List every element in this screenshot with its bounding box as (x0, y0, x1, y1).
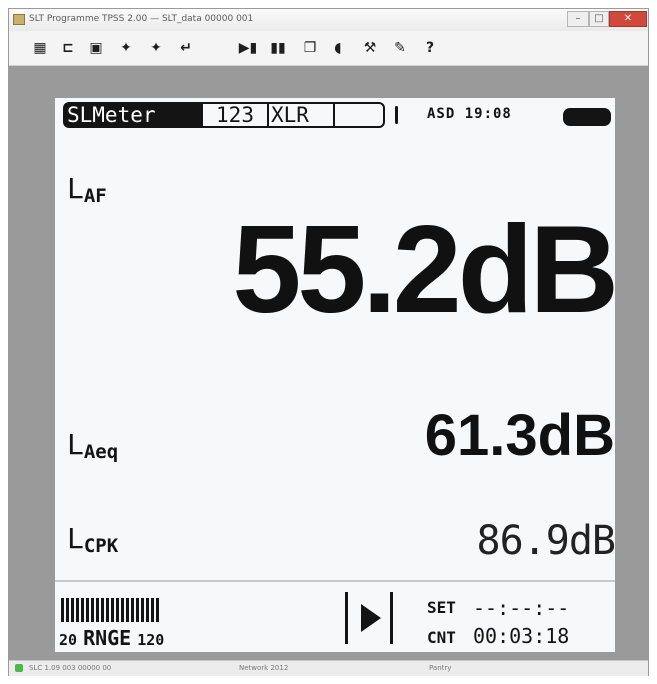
range-label: RNGE (83, 626, 132, 650)
bar-segment (76, 598, 79, 622)
play-stop-icon[interactable]: ▶▮ (237, 38, 259, 58)
status-ok-icon (15, 664, 23, 672)
range-high: 120 (137, 631, 165, 649)
wrench-icon[interactable]: ⚒ (359, 38, 381, 58)
speaker-icon[interactable]: ◖ (327, 38, 349, 58)
bar-segment (121, 598, 124, 622)
mode-title: SLMeter (63, 102, 201, 128)
close-button[interactable]: ✕ (609, 11, 647, 27)
header-status: ASD 19:08 (427, 106, 512, 122)
undo-icon[interactable]: ↵ (175, 38, 197, 58)
primary-sub: AF (83, 185, 107, 207)
bar-segment (101, 598, 104, 622)
cnt-value: 00:03:18 (473, 624, 570, 648)
status-left: SLC 1.09 003 00000 00 (29, 664, 112, 672)
bar-segment (71, 598, 74, 622)
secondary-value: 61.3dB (424, 403, 615, 468)
primary-value: 55.2dB (232, 201, 619, 339)
battery-icon (563, 108, 611, 126)
range-low: 20 (59, 631, 78, 649)
secondary-label: LAeq (67, 428, 119, 463)
pin-icon[interactable]: ✎ (389, 38, 411, 58)
secondary-sub: Aeq (83, 441, 119, 463)
toolbar: ▦⊏▣✦✦↵REC▶▮▮▮❐◖⚒✎? (9, 31, 648, 479)
tab-123[interactable]: 123 (201, 102, 269, 128)
header-divider (395, 106, 398, 124)
set-value: --:--:-- (473, 596, 570, 620)
bar-segment (91, 598, 94, 622)
status-right: Pantry (429, 664, 452, 672)
bar-segment (151, 598, 154, 622)
bar-segment (131, 598, 134, 622)
status-mid: Network 2012 (239, 664, 289, 672)
bar-segment (116, 598, 119, 622)
play-icon (361, 604, 381, 632)
meter-stage: SLMeter 123 XLR ASD 19:08 LAF 55.2dB LAe… (9, 66, 648, 660)
divider (55, 580, 615, 582)
tertiary-label: LCPK (67, 522, 119, 557)
bar-segment (111, 598, 114, 622)
primary-symbol: L (67, 172, 84, 205)
next-icon[interactable]: ✦ (145, 38, 167, 58)
maximize-button[interactable]: □ (589, 11, 609, 27)
level-bargraph (61, 598, 159, 622)
copy-icon[interactable]: ❐ (299, 38, 321, 58)
pause-icon[interactable]: ▮▮ (267, 38, 289, 58)
display-header: SLMeter 123 XLR ASD 19:08 (55, 102, 615, 130)
tertiary-value: 86.9dB (476, 518, 616, 564)
bar-segment (86, 598, 89, 622)
help-icon[interactable]: ? (419, 38, 441, 58)
bar-segment (126, 598, 129, 622)
tertiary-symbol: L (67, 522, 84, 555)
app-window: SLT Programme TPSS 2.00 — SLT_data 00000… (8, 8, 649, 676)
meter-display: SLMeter 123 XLR ASD 19:08 LAF 55.2dB LAe… (55, 98, 619, 652)
prev-icon[interactable]: ✦ (115, 38, 137, 58)
bar-segment (146, 598, 149, 622)
cnt-label: CNT (427, 628, 456, 647)
status-bar: SLC 1.09 003 00000 00 Network 2012 Pantr… (9, 660, 648, 676)
set-label: SET (427, 598, 456, 617)
play-button[interactable] (345, 592, 393, 644)
tertiary-sub: CPK (83, 535, 119, 557)
bar-segment (81, 598, 84, 622)
secondary-symbol: L (67, 428, 84, 461)
window-title: SLT Programme TPSS 2.00 — SLT_data 00000… (29, 14, 254, 24)
minimize-button[interactable]: – (567, 11, 589, 27)
bar-segment (66, 598, 69, 622)
title-bar: SLT Programme TPSS 2.00 — SLT_data 00000… (9, 9, 648, 32)
folder-icon[interactable]: ⊏ (57, 38, 79, 58)
bar-segment (96, 598, 99, 622)
bar-segment (156, 598, 159, 622)
bar-segment (106, 598, 109, 622)
bar-segment (61, 598, 64, 622)
primary-label: LAF (67, 172, 107, 207)
save-icon[interactable]: ▣ (85, 38, 107, 58)
range-indicator: 20 RNGE 120 (59, 626, 164, 650)
display-icon[interactable]: ▦ (29, 38, 51, 58)
tab-empty[interactable] (333, 102, 385, 128)
bar-segment (141, 598, 144, 622)
app-icon (13, 14, 25, 25)
bar-segment (136, 598, 139, 622)
tab-xlr[interactable]: XLR (267, 102, 335, 128)
